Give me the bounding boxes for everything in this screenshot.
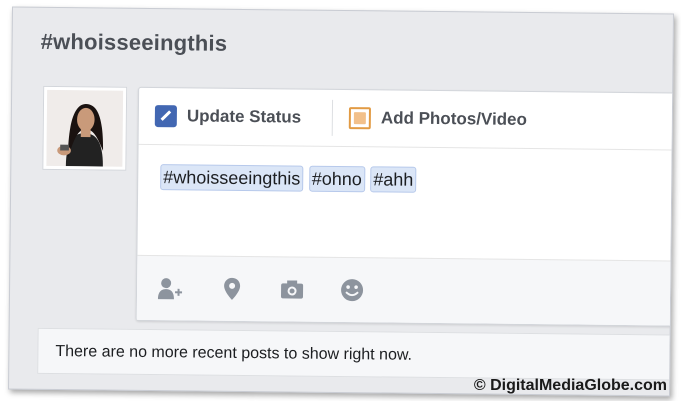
hashtag-chip[interactable]: #ohno [308,165,365,193]
no-more-posts-notice: There are no more recent posts to show r… [37,327,674,381]
copyright-watermark: © DigitalMediaGlobe.com [473,377,667,394]
pencil-icon [154,105,177,128]
tab-divider [331,99,334,136]
avatar[interactable] [42,85,128,171]
status-text-input[interactable]: #whoisseeingthis #ohno #ahh [160,164,417,193]
tab-label-update-status: Update Status [186,106,302,127]
notice-text: There are no more recent posts to show r… [55,343,413,364]
screenshot-frame: #whoisseeingthis Update Status Add Photo… [8,6,674,397]
tab-add-photos-video[interactable]: Add Photos/Video [348,90,528,148]
photo-icon [348,107,371,130]
composer-tabs: Update Status Add Photos/Video [138,87,674,151]
profile-photo [46,89,124,167]
composer-toolbar [136,254,674,326]
tab-label-add-photos: Add Photos/Video [380,108,528,129]
hashtag-chip[interactable]: #whoisseeingthis [160,164,304,192]
tag-friends-icon[interactable] [157,275,183,301]
location-pin-icon[interactable] [219,276,245,302]
page-title: #whoisseeingthis [40,28,228,56]
camera-icon[interactable] [279,276,305,302]
tab-update-status[interactable]: Update Status [154,88,302,146]
hashtag-chip[interactable]: #ahh [370,166,417,193]
status-composer: Update Status Add Photos/Video #whoissee… [135,86,674,327]
smiley-icon[interactable] [339,277,365,303]
